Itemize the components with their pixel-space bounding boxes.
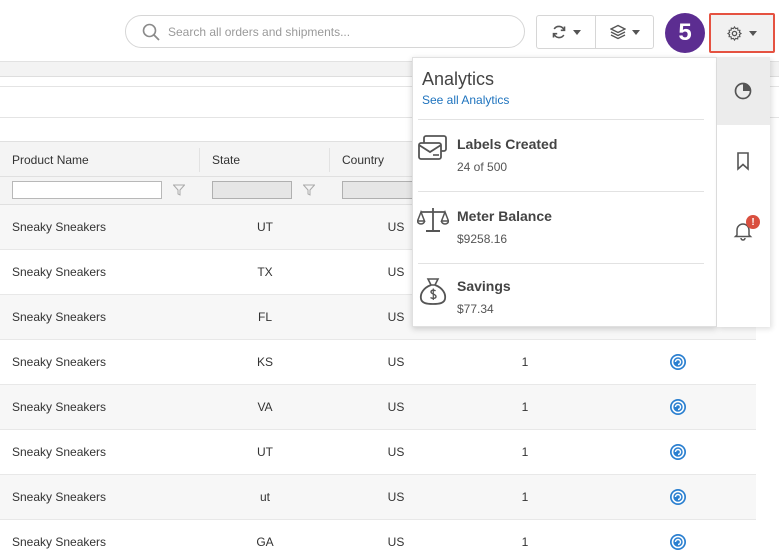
cell-country: US xyxy=(387,310,405,324)
carrier-logo-icon[interactable] xyxy=(669,533,687,551)
cell-state: KS xyxy=(256,355,273,369)
metric-savings: Savings $77.34 xyxy=(413,276,713,336)
cell-product-name: Sneaky Sneakers xyxy=(12,445,107,459)
cell-quantity: 1 xyxy=(521,490,529,504)
column-divider[interactable] xyxy=(329,148,330,172)
analytics-dropdown: Analytics See all Analytics Labels Creat… xyxy=(412,57,717,327)
filter-icon[interactable] xyxy=(173,184,185,196)
chevron-down-icon xyxy=(749,30,757,36)
search-input[interactable] xyxy=(168,23,508,41)
metric-label: Labels Created xyxy=(457,136,558,152)
column-header-state[interactable]: State xyxy=(212,153,240,167)
see-all-analytics-link[interactable]: See all Analytics xyxy=(422,93,509,107)
metric-meter-balance: Meter Balance $9258.16 xyxy=(413,206,713,266)
column-divider[interactable] xyxy=(199,148,200,172)
carrier-logo-icon[interactable] xyxy=(669,353,687,371)
cell-product-name: Sneaky Sneakers xyxy=(12,535,107,549)
layers-button[interactable] xyxy=(595,16,653,48)
column-header-product-name[interactable]: Product Name xyxy=(12,153,89,167)
cell-state: ut xyxy=(259,490,270,504)
bookmark-icon[interactable] xyxy=(733,151,753,171)
cell-product-name: Sneaky Sneakers xyxy=(12,265,107,279)
cell-product-name: Sneaky Sneakers xyxy=(12,310,107,324)
cell-state: VA xyxy=(257,400,273,414)
search-icon xyxy=(142,23,160,41)
cell-quantity: 1 xyxy=(521,400,529,414)
labels-icon xyxy=(418,135,447,160)
cell-country: US xyxy=(387,355,405,369)
metric-labels-created: Labels Created 24 of 500 xyxy=(413,134,713,194)
carrier-logo-icon[interactable] xyxy=(669,398,687,416)
money-bag-icon xyxy=(419,278,447,305)
cell-state: TX xyxy=(257,265,273,279)
search-box[interactable] xyxy=(125,15,525,48)
cell-state: GA xyxy=(256,535,274,549)
carrier-logo-icon[interactable] xyxy=(669,488,687,506)
settings-button[interactable] xyxy=(709,13,775,53)
notification-badge: ! xyxy=(746,215,760,229)
divider xyxy=(418,119,704,120)
metric-value: $9258.16 xyxy=(457,232,508,246)
cell-country: US xyxy=(387,490,405,504)
side-panel: ! xyxy=(717,57,770,327)
step-badge: 5 xyxy=(665,13,705,53)
cell-product-name: Sneaky Sneakers xyxy=(12,355,107,369)
chevron-down-icon xyxy=(573,29,581,35)
layers-icon xyxy=(609,24,626,40)
top-bar: 5 xyxy=(0,0,779,62)
product-name-filter-input[interactable] xyxy=(12,181,162,199)
filter-icon[interactable] xyxy=(303,184,315,196)
scale-icon xyxy=(417,208,449,232)
cell-country: US xyxy=(387,400,405,414)
cell-country: US xyxy=(387,220,405,234)
pie-chart-icon[interactable] xyxy=(733,81,753,101)
table-row[interactable]: Sneaky Sneakers VA US 1 xyxy=(0,385,756,430)
table-row[interactable]: Sneaky Sneakers UT US 1 xyxy=(0,430,756,475)
cell-country: US xyxy=(387,445,405,459)
carrier-logo-icon[interactable] xyxy=(669,443,687,461)
cell-state: UT xyxy=(257,445,273,459)
table-row[interactable]: Sneaky Sneakers ut US 1 xyxy=(0,475,756,520)
cell-product-name: Sneaky Sneakers xyxy=(12,400,107,414)
table-row[interactable]: Sneaky Sneakers GA US 1 xyxy=(0,520,756,559)
state-filter-input[interactable] xyxy=(212,181,292,199)
metric-value: $77.34 xyxy=(457,302,494,316)
column-header-country[interactable]: Country xyxy=(342,153,384,167)
metric-value: 24 of 500 xyxy=(457,160,508,174)
refresh-icon xyxy=(552,25,566,39)
cell-country: US xyxy=(387,535,405,549)
cell-country: US xyxy=(387,265,405,279)
chevron-down-icon xyxy=(631,29,640,35)
table-row[interactable]: Sneaky Sneakers KS US 1 xyxy=(0,340,756,385)
cell-quantity: 1 xyxy=(521,535,529,549)
metric-label: Meter Balance xyxy=(457,208,552,224)
country-filter-input[interactable] xyxy=(342,181,417,199)
cell-product-name: Sneaky Sneakers xyxy=(12,490,107,504)
metric-label: Savings xyxy=(457,278,511,294)
cell-quantity: 1 xyxy=(521,445,529,459)
cell-state: FL xyxy=(257,310,272,324)
refresh-button[interactable] xyxy=(537,16,595,48)
cell-quantity: 1 xyxy=(521,355,529,369)
cell-product-name: Sneaky Sneakers xyxy=(12,220,107,234)
toolbar-button-group xyxy=(536,15,654,49)
cell-state: UT xyxy=(257,220,273,234)
gear-icon xyxy=(727,25,742,41)
divider xyxy=(418,191,704,192)
divider xyxy=(418,263,704,264)
analytics-title: Analytics xyxy=(422,69,495,89)
